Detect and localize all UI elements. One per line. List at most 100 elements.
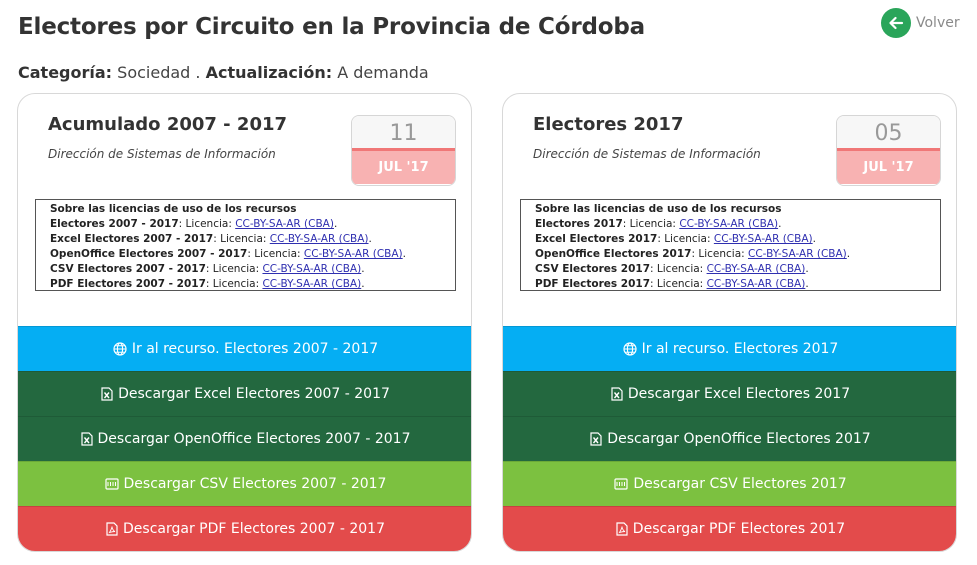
license-link[interactable]: CC-BY-SA-AR (CBA): [304, 248, 403, 260]
card-subtitle: Dirección de Sistemas de Información: [48, 147, 276, 161]
license-name: Electores 2017: [535, 218, 623, 230]
license-name: CSV Electores 2007 - 2017: [50, 263, 206, 275]
license-name: Electores 2007 - 2017: [50, 218, 179, 230]
license-prefix: : Licencia:: [691, 248, 748, 260]
license-name: OpenOffice Electores 2007 - 2017: [50, 248, 248, 260]
button-label: Descargar CSV Electores 2007 - 2017: [123, 476, 387, 492]
license-row: Excel Electores 2017: Licencia: CC-BY-SA…: [535, 232, 940, 247]
license-prefix: : Licencia:: [213, 233, 270, 245]
card-subtitle: Dirección de Sistemas de Información: [533, 147, 761, 161]
excel-file-icon: [101, 387, 113, 401]
globe-icon: [623, 342, 637, 356]
license-row: Excel Electores 2007 - 2017: Licencia: C…: [50, 232, 455, 247]
license-link[interactable]: CC-BY-SA-AR (CBA): [707, 263, 806, 275]
button-label: Descargar PDF Electores 2017: [632, 521, 846, 537]
download-csv-button[interactable]: Descargar CSV Electores 2017: [503, 461, 956, 506]
license-box: Sobre las licencias de uso de los recurs…: [35, 199, 456, 291]
license-link[interactable]: CC-BY-SA-AR (CBA): [714, 233, 813, 245]
button-label: Descargar Excel Electores 2007 - 2017: [118, 386, 390, 402]
license-row: PDF Electores 2017: Licencia: CC-BY-SA-A…: [535, 277, 940, 292]
button-label: Descargar OpenOffice Electores 2007 - 20…: [97, 431, 411, 447]
dataset-meta: Categoría: Sociedad . Actualización: A d…: [18, 63, 429, 82]
button-label: Ir al recurso. Electores 2017: [641, 341, 839, 357]
license-link[interactable]: CC-BY-SA-AR (CBA): [235, 218, 334, 230]
license-name: OpenOffice Electores 2017: [535, 248, 692, 260]
back-label: Volver: [916, 15, 960, 31]
license-row: PDF Electores 2007 - 2017: Licencia: CC-…: [50, 277, 455, 292]
license-link[interactable]: CC-BY-SA-AR (CBA): [679, 218, 778, 230]
license-prefix: : Licencia:: [622, 218, 680, 230]
license-prefix: : Licencia:: [205, 263, 263, 275]
download-excel-button[interactable]: Descargar Excel Electores 2007 - 2017: [18, 371, 471, 416]
license-link[interactable]: CC-BY-SA-AR (CBA): [270, 233, 369, 245]
license-suffix: .: [361, 278, 365, 290]
resource-card-2017: Electores 2017 Dirección de Sistemas de …: [502, 93, 957, 552]
license-box: Sobre las licencias de uso de los recurs…: [520, 199, 941, 291]
date-month: JUL '17: [352, 151, 455, 184]
card-title: Acumulado 2007 - 2017: [48, 114, 288, 135]
license-prefix: : Licencia:: [247, 248, 304, 260]
globe-icon: [113, 342, 127, 356]
license-prefix: : Licencia:: [657, 233, 714, 245]
license-name: PDF Electores 2007 - 2017: [50, 278, 206, 290]
date-day: 11: [352, 116, 455, 151]
date-month: JUL '17: [837, 151, 940, 184]
spreadsheet-file-icon: [80, 432, 93, 446]
update-value: A demanda: [337, 63, 429, 82]
go-to-resource-button[interactable]: Ir al recurso. Electores 2017: [503, 326, 956, 371]
license-prefix: : Licencia:: [178, 218, 236, 230]
pdf-file-icon: [106, 522, 118, 536]
download-excel-button[interactable]: Descargar Excel Electores 2017: [503, 371, 956, 416]
download-pdf-button[interactable]: Descargar PDF Electores 2007 - 2017: [18, 506, 471, 551]
license-name: PDF Electores 2017: [535, 278, 651, 290]
resource-card-acumulado: Acumulado 2007 - 2017 Dirección de Siste…: [17, 93, 472, 552]
button-label: Descargar Excel Electores 2017: [627, 386, 851, 402]
license-row: CSV Electores 2017: Licencia: CC-BY-SA-A…: [535, 262, 940, 277]
license-link[interactable]: CC-BY-SA-AR (CBA): [262, 263, 361, 275]
page-title: Electores por Circuito en la Provincia d…: [18, 14, 645, 40]
pdf-file-icon: [616, 522, 628, 536]
spreadsheet-file-icon: [590, 432, 602, 446]
update-label: Actualización:: [205, 63, 333, 82]
license-row: OpenOffice Electores 2007 - 2017: Licenc…: [50, 247, 455, 262]
button-label: Ir al recurso. Electores 2007 - 2017: [131, 341, 379, 357]
license-suffix: .: [361, 263, 365, 275]
csv-file-icon: [104, 478, 119, 490]
license-suffix: .: [778, 218, 782, 230]
license-prefix: : Licencia:: [205, 278, 263, 290]
date-day: 05: [837, 116, 940, 151]
download-pdf-button[interactable]: Descargar PDF Electores 2017: [503, 506, 956, 551]
button-label: Descargar CSV Electores 2017: [633, 476, 847, 492]
back-button[interactable]: Volver: [881, 8, 960, 38]
license-row: Electores 2007 - 2017: Licencia: CC-BY-S…: [50, 217, 455, 232]
button-label: Descargar PDF Electores 2007 - 2017: [123, 521, 385, 537]
license-suffix: .: [846, 248, 851, 260]
license-suffix: .: [333, 218, 338, 230]
license-row: OpenOffice Electores 2017: Licencia: CC-…: [535, 247, 940, 262]
license-suffix: .: [368, 233, 372, 245]
license-title: Sobre las licencias de uso de los recurs…: [50, 203, 297, 215]
license-link[interactable]: CC-BY-SA-AR (CBA): [748, 248, 847, 260]
go-to-resource-button[interactable]: Ir al recurso. Electores 2007 - 2017: [18, 326, 471, 371]
button-label: Descargar OpenOffice Electores 2017: [607, 431, 871, 447]
license-name: Excel Electores 2017: [535, 233, 658, 245]
license-suffix: .: [805, 263, 809, 275]
excel-file-icon: [611, 387, 623, 401]
license-name: Excel Electores 2007 - 2017: [50, 233, 214, 245]
category-label: Categoría:: [18, 63, 113, 82]
license-link[interactable]: CC-BY-SA-AR (CBA): [707, 278, 806, 290]
download-openoffice-button[interactable]: Descargar OpenOffice Electores 2007 - 20…: [18, 416, 471, 461]
license-suffix: .: [402, 248, 406, 260]
license-row: Electores 2017: Licencia: CC-BY-SA-AR (C…: [535, 217, 940, 232]
date-badge: 05 JUL '17: [836, 115, 941, 186]
license-suffix: .: [812, 233, 816, 245]
license-name: CSV Electores 2017: [535, 263, 651, 275]
arrow-left-icon: [881, 8, 911, 38]
download-openoffice-button[interactable]: Descargar OpenOffice Electores 2017: [503, 416, 956, 461]
license-link[interactable]: CC-BY-SA-AR (CBA): [262, 278, 361, 290]
download-csv-button[interactable]: Descargar CSV Electores 2007 - 2017: [18, 461, 471, 506]
date-badge: 11 JUL '17: [351, 115, 456, 186]
license-row: CSV Electores 2007 - 2017: Licencia: CC-…: [50, 262, 455, 277]
license-prefix: : Licencia:: [650, 278, 707, 290]
license-prefix: : Licencia:: [650, 263, 707, 275]
